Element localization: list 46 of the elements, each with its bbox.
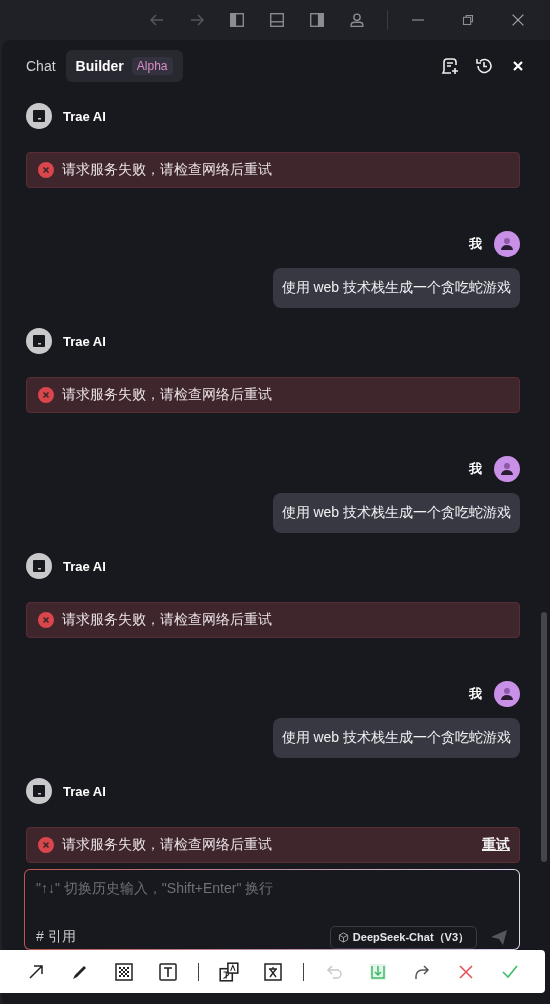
- bottom-panel-icon: [268, 11, 286, 29]
- tab[interactable]: Chat: [16, 51, 66, 81]
- right-panel-icon: [308, 11, 326, 29]
- sender-name: 我: [469, 235, 482, 253]
- download-icon: [368, 961, 388, 982]
- error-message: 请求服务失败，请检查网络后重试: [62, 836, 273, 854]
- bot-avatar-icon: [26, 778, 52, 804]
- bot-avatar-icon: [26, 553, 52, 579]
- sender-name: 我: [469, 460, 482, 478]
- bot-avatar-icon: [26, 328, 52, 354]
- user-message: 使用 web 技术栈生成一个贪吃蛇游戏: [272, 493, 520, 533]
- user-avatar-icon: [494, 681, 520, 707]
- sender-name: Trae AI: [63, 783, 106, 799]
- tab[interactable]: Builder Alpha: [65, 50, 183, 82]
- left-panel-icon: [228, 11, 246, 29]
- user-avatar-icon: [494, 231, 520, 257]
- bot-avatar-icon: [26, 103, 52, 129]
- reference-label: # 引用: [36, 928, 76, 946]
- sender-name: Trae AI: [63, 558, 106, 574]
- error-icon: [38, 387, 54, 403]
- sender-name: Trae AI: [63, 108, 106, 124]
- retry-link[interactable]: 重试: [482, 836, 510, 854]
- new-chat-icon: [440, 56, 460, 76]
- alpha-badge: Alpha: [131, 57, 173, 75]
- sender-name: Trae AI: [63, 333, 106, 349]
- history-icon: [474, 56, 494, 76]
- error-icon: [38, 612, 54, 628]
- user-message: 使用 web 技术栈生成一个贪吃蛇游戏: [272, 268, 520, 308]
- error-message: 请求服务失败，请检查网络后重试: [62, 161, 273, 179]
- account-icon: [348, 11, 366, 29]
- minimize-icon: [412, 19, 424, 21]
- user-message: 使用 web 技术栈生成一个贪吃蛇游戏: [272, 718, 520, 758]
- mosaic-icon: [114, 961, 134, 982]
- translate-icon: [218, 960, 240, 983]
- send-icon: [489, 927, 509, 947]
- chat-input[interactable]: "↑↓" 切换历史输入，"Shift+Enter" 换行 # 引用 DeepSeek-Chat（V3）: [24, 869, 520, 950]
- sender-name: 我: [469, 685, 482, 703]
- model-selector[interactable]: DeepSeek-Chat（V3）: [329, 925, 477, 949]
- error-icon: [38, 837, 54, 853]
- user-avatar-icon: [494, 456, 520, 482]
- error-message: 请求服务失败，请检查网络后重试: [62, 611, 273, 629]
- text-box-icon: [158, 961, 178, 982]
- error-message: 请求服务失败，请检查网络后重试: [62, 386, 273, 404]
- error-icon: [38, 162, 54, 178]
- scrollbar[interactable]: [541, 612, 547, 862]
- cube-icon: [337, 931, 349, 943]
